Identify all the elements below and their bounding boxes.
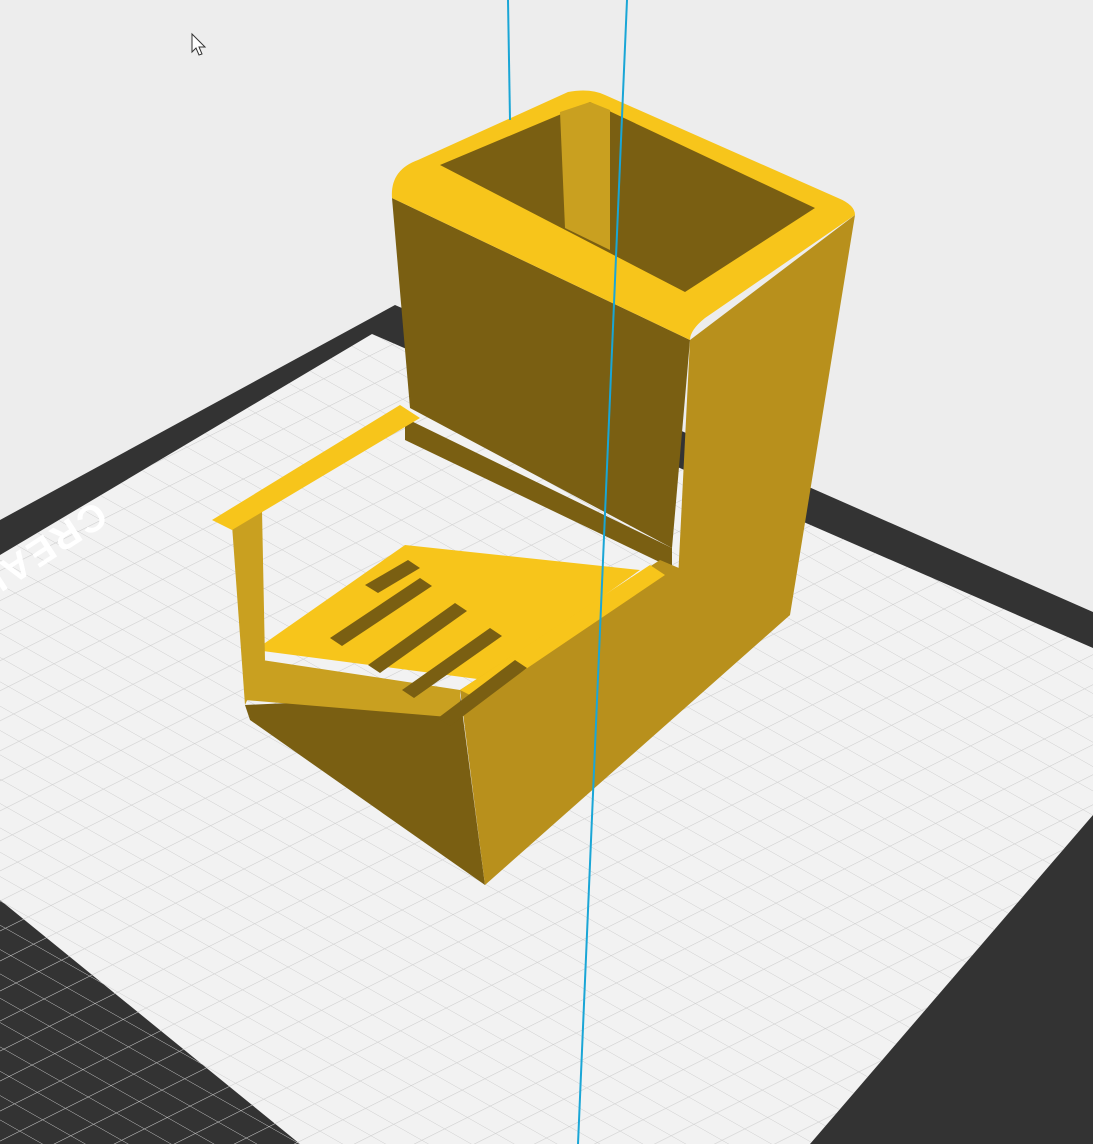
guide-line-left xyxy=(507,0,511,121)
viewport-scene: CREALITY xyxy=(0,0,1093,1144)
model-cavity-inner-wall xyxy=(560,102,610,250)
mouse-pointer-icon xyxy=(191,32,207,56)
3d-viewport[interactable]: CREALITY xyxy=(0,0,1093,1144)
